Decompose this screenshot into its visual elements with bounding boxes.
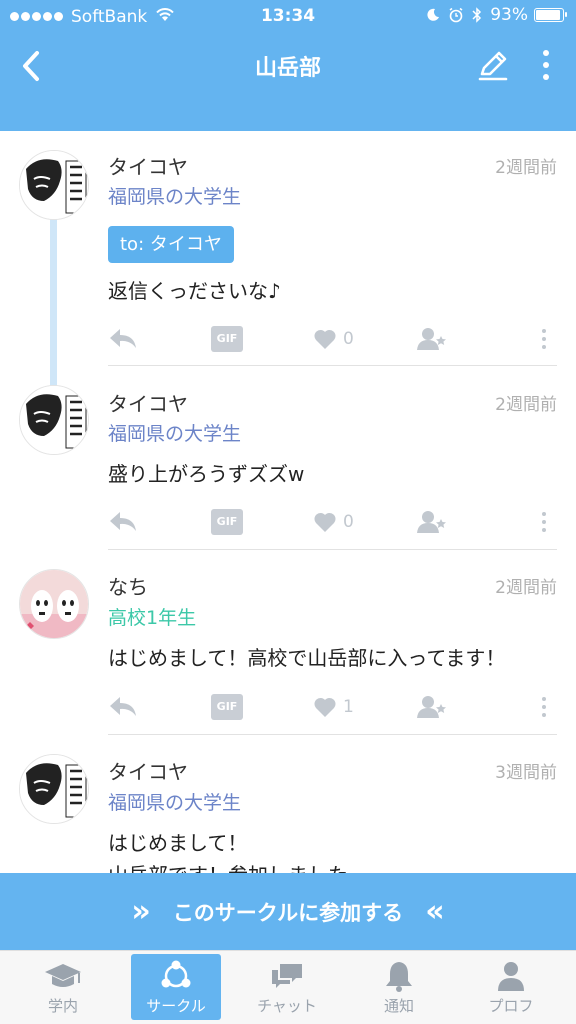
- avatar[interactable]: [19, 150, 89, 220]
- like-button[interactable]: 1: [313, 690, 354, 724]
- tab-label: サークル: [146, 996, 206, 1015]
- post-author-name[interactable]: タイコヤ: [108, 388, 188, 417]
- bluetooth-icon: [472, 7, 482, 23]
- tab-chat[interactable]: チャット: [242, 954, 332, 1020]
- compose-button[interactable]: [474, 46, 512, 84]
- tab-bar: 学内 サークル チャット 通知 プロフ: [0, 950, 576, 1024]
- avatar[interactable]: [19, 569, 89, 639]
- like-count: 1: [343, 697, 354, 717]
- like-count: 0: [343, 329, 354, 349]
- post-author-meta: 高校1年生: [108, 607, 197, 629]
- join-circle-button[interactable]: » このサークルに参加する «: [0, 873, 576, 950]
- header: SoftBank 13:34 93% 山岳部: [0, 0, 576, 131]
- double-chevron-left-icon: «: [425, 893, 445, 929]
- post-divider: [108, 549, 557, 550]
- battery-fill: [536, 10, 561, 20]
- alarm-icon: [448, 7, 464, 23]
- post-divider: [108, 734, 557, 735]
- moon-icon: [426, 8, 440, 22]
- nav-bar: 山岳部: [0, 32, 576, 100]
- post-feed[interactable]: タイコヤ 2週間前 福岡県の大学生 to: タイコヤ 返信くっださいな♪ GIF…: [0, 131, 576, 873]
- post-more-button[interactable]: [538, 505, 550, 539]
- post-more-button[interactable]: [538, 690, 550, 724]
- tab-label: 通知: [383, 996, 414, 1015]
- reply-arrow-icon: [110, 329, 136, 348]
- user-star-icon: [417, 328, 446, 350]
- post-body: はじめまして！高校で山岳部に入ってます！: [108, 646, 506, 670]
- status-bar: SoftBank 13:34 93%: [0, 0, 576, 32]
- chat-bubbles-icon: [268, 959, 306, 993]
- tab-profile[interactable]: プロフ: [466, 954, 556, 1020]
- follow-user-button[interactable]: [417, 690, 447, 724]
- gif-button[interactable]: GIF: [211, 505, 243, 539]
- tab-campus[interactable]: 学内: [18, 954, 108, 1020]
- graduation-cap-icon: [43, 959, 83, 993]
- post-timestamp: 2週間前: [495, 395, 557, 415]
- post-body: 返信くっださいな♪: [108, 279, 281, 303]
- post-timestamp: 2週間前: [495, 578, 557, 598]
- reply-button[interactable]: [108, 505, 138, 539]
- heart-icon: [314, 512, 336, 532]
- reply-thread-line: [50, 205, 57, 391]
- circle-nodes-icon: [158, 959, 194, 993]
- reply-arrow-icon: [110, 697, 136, 716]
- person-icon: [496, 959, 526, 993]
- post-actions: GIF 0: [0, 505, 576, 539]
- tab-label: チャット: [257, 996, 317, 1015]
- pencil-icon: [478, 51, 508, 81]
- reply-button[interactable]: [108, 690, 138, 724]
- battery-percent: 93%: [490, 5, 528, 25]
- battery-icon: [534, 8, 567, 22]
- post-more-button[interactable]: [538, 322, 550, 356]
- post-timestamp: 2週間前: [495, 158, 557, 178]
- post-timestamp: 3週間前: [495, 763, 557, 783]
- bell-icon: [383, 959, 415, 993]
- join-circle-label: このサークルに参加する: [172, 900, 404, 925]
- post-author-name[interactable]: なち: [108, 571, 148, 600]
- status-right: 93%: [418, 5, 567, 25]
- post-body: はじめまして！ 山岳部です！参加しました: [108, 831, 348, 873]
- gif-button[interactable]: GIF: [211, 322, 243, 356]
- tab-circle[interactable]: サークル: [131, 954, 221, 1020]
- post-author-name[interactable]: タイコヤ: [108, 756, 188, 785]
- like-count: 0: [343, 512, 354, 532]
- post-author-meta: 福岡県の大学生: [108, 423, 242, 445]
- tab-label: プロフ: [488, 996, 534, 1015]
- user-star-icon: [417, 511, 446, 533]
- post-author-meta: 福岡県の大学生: [108, 792, 242, 814]
- more-options-button[interactable]: [532, 44, 560, 86]
- gif-icon: GIF: [211, 694, 243, 720]
- avatar[interactable]: [19, 385, 89, 455]
- post-actions: GIF 1: [0, 690, 576, 724]
- reply-button[interactable]: [108, 322, 138, 356]
- gif-icon: GIF: [211, 509, 243, 535]
- tab-label: 学内: [47, 996, 78, 1015]
- reply-to-badge[interactable]: to: タイコヤ: [108, 226, 234, 263]
- post-actions: GIF 0: [0, 322, 576, 356]
- heart-icon: [314, 697, 336, 717]
- post-author-meta: 福岡県の大学生: [108, 186, 242, 208]
- tab-notifications[interactable]: 通知: [354, 954, 444, 1020]
- like-button[interactable]: 0: [313, 505, 354, 539]
- user-star-icon: [417, 696, 446, 718]
- follow-user-button[interactable]: [417, 505, 447, 539]
- double-chevron-right-icon: »: [131, 893, 151, 929]
- like-button[interactable]: 0: [313, 322, 354, 356]
- post-author-name[interactable]: タイコヤ: [108, 151, 188, 180]
- gif-button[interactable]: GIF: [211, 690, 243, 724]
- avatar[interactable]: [19, 754, 89, 824]
- post-body: 盛り上がろうずズズw: [108, 462, 305, 486]
- reply-arrow-icon: [110, 512, 136, 531]
- post-divider: [108, 365, 557, 366]
- heart-icon: [314, 329, 336, 349]
- follow-user-button[interactable]: [417, 322, 447, 356]
- gif-icon: GIF: [211, 326, 243, 352]
